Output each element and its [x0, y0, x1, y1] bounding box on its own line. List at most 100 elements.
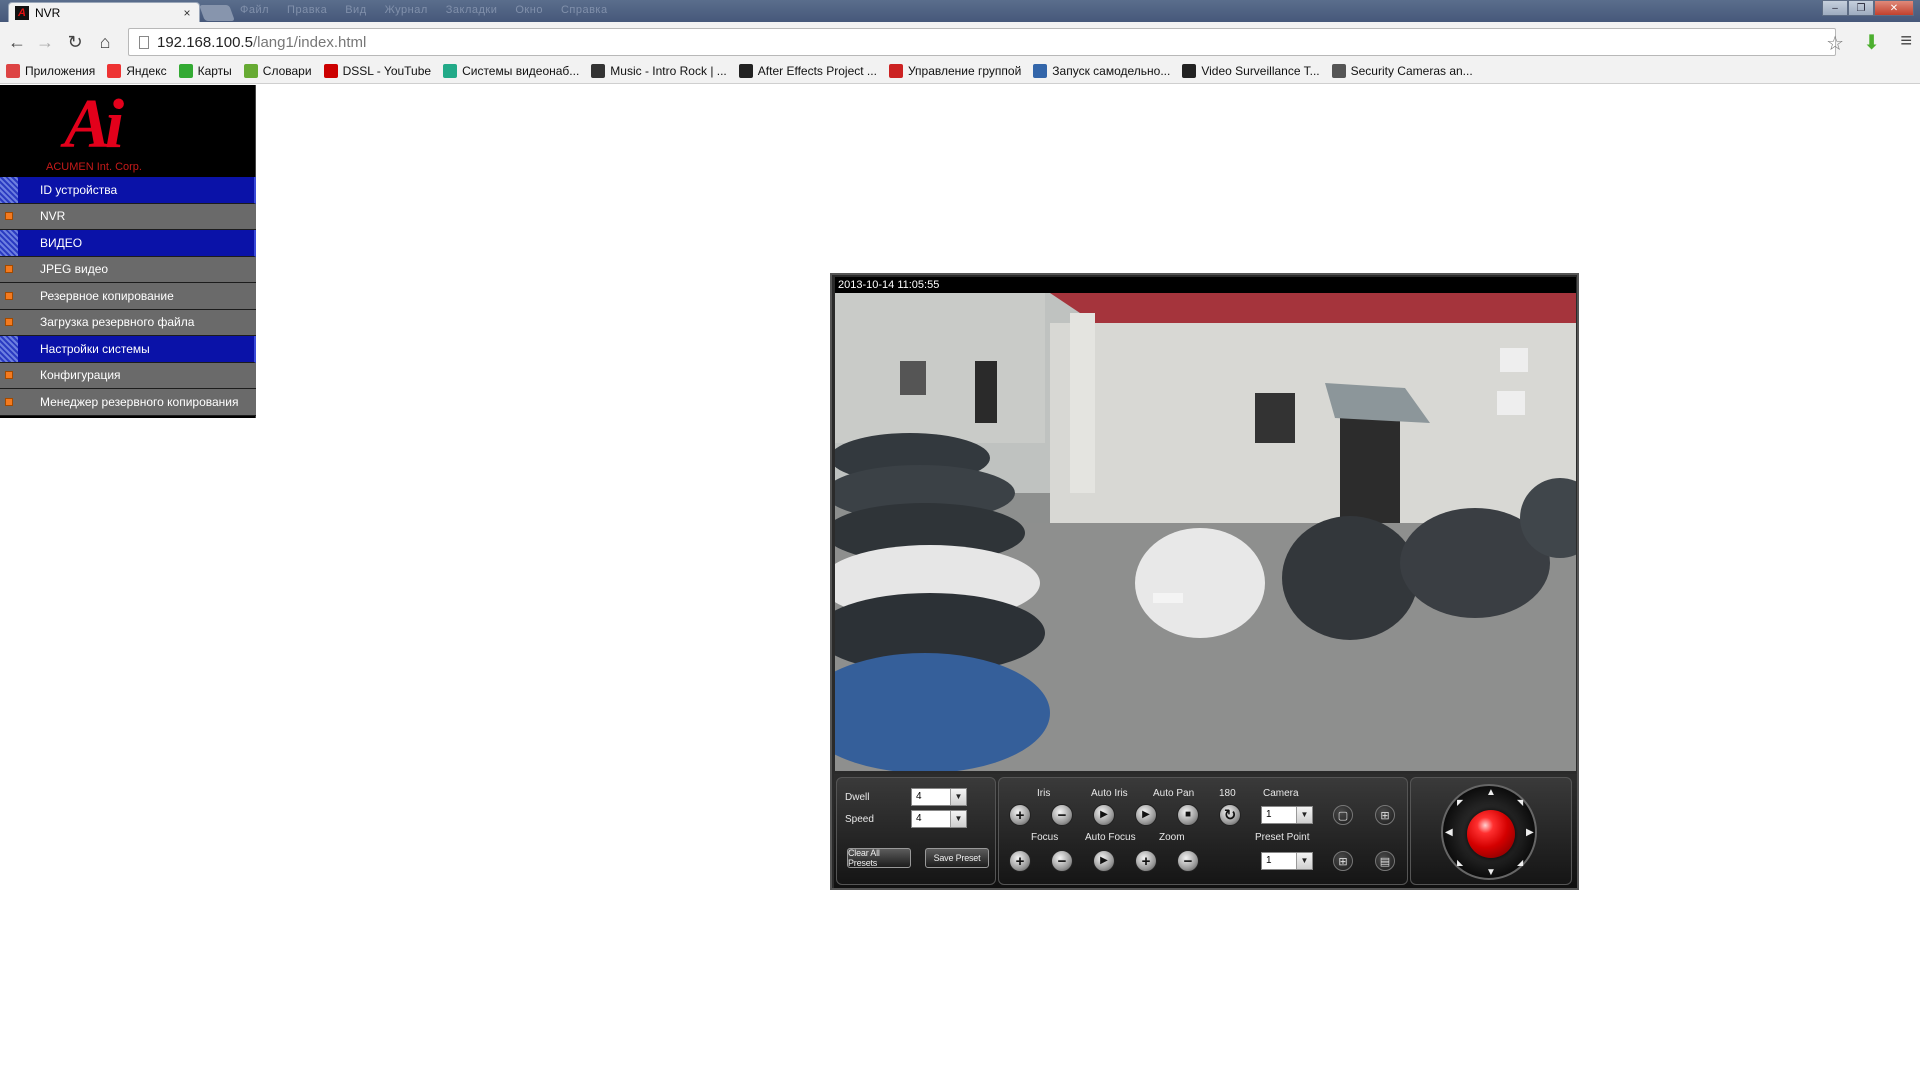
back-arrow-icon[interactable]: ← [6, 31, 28, 53]
preset-list-icon[interactable]: ▤ [1375, 851, 1395, 871]
joystick-panel: ▲ ▼ ◀ ▶ ◤ ◥ ◣ ◢ [1410, 777, 1572, 885]
home-icon[interactable]: ⌂ [94, 31, 116, 53]
bookmark-label: Системы видеонаб... [462, 63, 580, 78]
ptz-joystick[interactable]: ▲ ▼ ◀ ▶ ◤ ◥ ◣ ◢ [1441, 784, 1537, 880]
close-window-icon[interactable]: ✕ [1874, 0, 1914, 16]
download-extension-icon[interactable]: ⬇ [1863, 30, 1880, 55]
bookmark-label: Словари [262, 63, 312, 78]
bookmark-favicon-icon [888, 63, 903, 78]
sidebar-item[interactable]: Менеджер резервного копирования [0, 389, 256, 416]
bookmark-item[interactable]: Управление группой [888, 63, 1021, 78]
bookmark-label: After Effects Project ... [757, 63, 877, 78]
browser-toolbar: ← → ↻ ⌂ 192.168.100.5 /lang1/index.html … [0, 22, 1920, 62]
bookmark-item[interactable]: Приложения [6, 63, 96, 78]
focus-near-icon[interactable]: + [1009, 850, 1031, 872]
blurred-menu-bar: Файл Правка Вид Журнал Закладки Окно Справка [240, 4, 626, 16]
auto-iris-play-icon[interactable]: ▶ [1093, 804, 1115, 826]
sidebar-item-label: Резервное копирование [40, 288, 174, 303]
address-bar[interactable]: 192.168.100.5 /lang1/index.html [128, 28, 1836, 56]
bookmark-star-icon[interactable]: ☆ [1826, 31, 1844, 56]
sidebar-item[interactable]: JPEG видео [0, 256, 256, 283]
sidebar-item[interactable]: NVR [0, 203, 256, 230]
preset-point-select[interactable]: 1 ▼ [1261, 852, 1313, 870]
iris-open-icon[interactable]: + [1009, 804, 1031, 826]
quad-view-icon[interactable]: ⊞ [1375, 805, 1395, 825]
reload-icon[interactable]: ↻ [64, 31, 86, 53]
sidebar-item[interactable]: ID устройства [0, 177, 256, 204]
zoom-out-icon[interactable]: − [1177, 850, 1199, 872]
pan-down-right-icon[interactable]: ◢ [1517, 858, 1523, 867]
bookmark-favicon-icon [738, 63, 753, 78]
sidebar-item[interactable]: Настройки системы [0, 336, 256, 363]
bookmark-label: Приложения [25, 63, 96, 78]
pan-down-left-icon[interactable]: ◣ [1457, 858, 1463, 867]
chrome-menu-icon[interactable]: ≡ [1900, 30, 1912, 53]
bookmark-item[interactable]: After Effects Project ... [738, 63, 877, 78]
bookmark-favicon-icon [1033, 63, 1048, 78]
auto-pan-play-icon[interactable]: ▶ [1135, 804, 1157, 826]
pan-left-icon[interactable]: ◀ [1445, 827, 1453, 838]
preset-grid-icon[interactable]: ⊞ [1333, 851, 1353, 871]
forward-arrow-icon[interactable]: → [34, 31, 56, 53]
tab-close-icon[interactable]: × [179, 6, 195, 20]
maximize-icon[interactable]: ❐ [1848, 0, 1874, 16]
zoom-in-icon[interactable]: + [1135, 850, 1157, 872]
sidebar-item[interactable]: Загрузка резервного файла [0, 309, 256, 336]
camera-value: 1 [1266, 809, 1272, 820]
video-timestamp: 2013-10-14 11:05:55 [835, 277, 1576, 293]
bookmark-item[interactable]: Яндекс [107, 63, 167, 78]
bullet-icon [0, 204, 18, 230]
auto-pan-stop-icon[interactable]: ■ [1177, 804, 1199, 826]
clear-all-presets-button[interactable]: Clear All Presets [847, 848, 911, 868]
pan-down-icon[interactable]: ▼ [1486, 867, 1496, 878]
sidebar-item[interactable]: ВИДЕО [0, 230, 256, 257]
auto-iris-label: Auto Iris [1091, 788, 1128, 799]
preset-point-value: 1 [1266, 855, 1272, 866]
blurred-menu-item: Журнал [384, 4, 428, 16]
camera-select[interactable]: 1 ▼ [1261, 806, 1313, 824]
pan-right-icon[interactable]: ▶ [1526, 827, 1534, 838]
bookmark-label: Security Cameras an... [1350, 63, 1473, 78]
speed-select[interactable]: 4 ▼ [911, 810, 967, 828]
rotate-180-icon[interactable]: ↻ [1219, 804, 1241, 826]
tab-nvr[interactable]: A NVR × [8, 2, 200, 22]
bookmark-item[interactable]: Security Cameras an... [1331, 63, 1473, 78]
bookmark-item[interactable]: Словари [243, 63, 312, 78]
save-preset-button[interactable]: Save Preset [925, 848, 989, 868]
auto-focus-play-icon[interactable]: ▶ [1093, 850, 1115, 872]
single-view-icon[interactable]: ▢ [1333, 805, 1353, 825]
rotate-180-label: 180 [1219, 788, 1236, 799]
new-tab-button[interactable] [199, 5, 235, 21]
blurred-menu-item: Справка [560, 4, 608, 16]
bookmark-label: Video Surveillance T... [1201, 63, 1320, 78]
bookmark-item[interactable]: Системы видеонаб... [443, 63, 580, 78]
joystick-ball[interactable] [1467, 810, 1515, 858]
chevron-down-icon: ▼ [950, 789, 966, 805]
auto-focus-label: Auto Focus [1085, 832, 1136, 843]
blurred-menu-item: Закладки [445, 4, 498, 16]
bookmark-item[interactable]: Video Surveillance T... [1182, 63, 1320, 78]
pan-up-right-icon[interactable]: ◥ [1517, 798, 1523, 807]
sidebar-item-label: Менеджер резервного копирования [40, 394, 239, 409]
bookmark-favicon-icon [107, 63, 122, 78]
dwell-select[interactable]: 4 ▼ [911, 788, 967, 806]
bullet-icon [0, 283, 18, 309]
camera-viewer: 2013-10-14 11:05:55 Dwell 4 ▼ Speed 4 ▼ … [830, 273, 1579, 890]
live-video-feed[interactable] [835, 293, 1576, 771]
sidebar: Ai ACUMEN Int. Corp. ID устройства NVR ВИД… [0, 85, 256, 418]
pan-up-left-icon[interactable]: ◤ [1457, 798, 1463, 807]
sidebar-item[interactable]: Конфигурация [0, 362, 256, 389]
pan-up-icon[interactable]: ▲ [1486, 787, 1496, 798]
bookmark-item[interactable]: Карты [178, 63, 232, 78]
bookmark-item[interactable]: DSSL - YouTube [323, 63, 431, 78]
iris-close-icon[interactable]: − [1051, 804, 1073, 826]
minimize-icon[interactable]: ‒ [1822, 0, 1848, 16]
sidebar-item-label: ВИДЕО [40, 235, 83, 250]
bookmark-favicon-icon [443, 63, 458, 78]
sidebar-item[interactable]: Резервное копирование [0, 283, 256, 310]
bookmark-item[interactable]: Music - Intro Rock | ... [591, 63, 727, 78]
section-marker-icon [0, 230, 18, 256]
preset-point-label: Preset Point [1255, 832, 1310, 843]
bookmark-item[interactable]: Запуск самодельно... [1033, 63, 1170, 78]
focus-far-icon[interactable]: − [1051, 850, 1073, 872]
